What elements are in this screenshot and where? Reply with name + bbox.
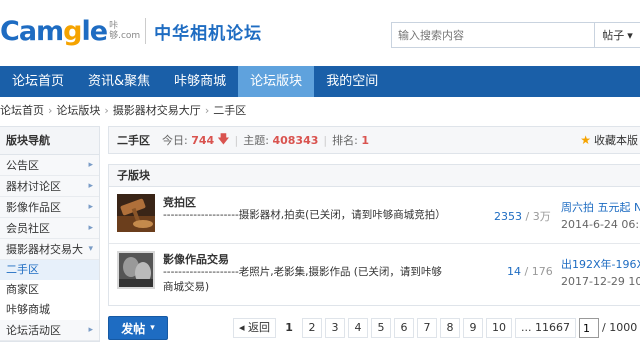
board-description: --------------------摄影器材,拍卖(已关闭，请到咔够商城竞拍… <box>163 209 446 221</box>
subboard-heading: 子版块 <box>109 165 640 187</box>
sidebar-item-announcements[interactable]: 公告区 ▸ <box>0 155 99 176</box>
nav-forums[interactable]: 论坛版块 <box>238 66 315 97</box>
rank-value: 1 <box>361 133 369 147</box>
sidebar-title: 版块导航 <box>0 127 99 155</box>
today-count: 744 <box>191 133 215 147</box>
breadcrumb-separator: › <box>104 103 109 117</box>
forum-name: 二手区 <box>117 134 150 147</box>
pager-page[interactable]: 6 <box>394 318 415 338</box>
today-label: 今日: <box>162 134 188 147</box>
rank-label: 排名: <box>332 134 358 147</box>
breadcrumb-trade-hall[interactable]: 摄影器材交易大厅 <box>113 102 201 118</box>
logo-divider <box>145 18 147 44</box>
sidebar-item-activities[interactable]: 论坛活动区 ▸ <box>0 320 99 341</box>
last-post-title[interactable]: 出192X年-196X年 <box>561 256 640 273</box>
chevron-right-icon: ▸ <box>88 202 93 212</box>
favorite-label: 收藏本版 <box>594 134 638 147</box>
board-counts: 2353 / 3万 <box>494 210 551 223</box>
nav-home[interactable]: 论坛首页 <box>0 66 76 97</box>
breadcrumb-separator: › <box>48 103 53 117</box>
arrow-down-icon: 🡇 <box>217 131 230 146</box>
pager-page[interactable]: 4 <box>348 318 369 338</box>
topics-count: 408343 <box>272 133 319 147</box>
pager-page[interactable]: 5 <box>371 318 392 338</box>
sidebar-sub-second-hand[interactable]: 二手区 <box>0 260 99 280</box>
board-counts: 14 / 176 <box>507 265 553 278</box>
sidebar-item-community[interactable]: 会员社区 ▸ <box>0 218 99 239</box>
auction-thumbnail[interactable] <box>117 194 155 232</box>
chevron-right-icon: ▸ <box>88 325 93 335</box>
new-post-label: 发帖 <box>121 321 146 336</box>
subboard-panel: 子版块 竞拍区 --------------------摄影器材,拍卖(已关闭，… <box>108 164 640 306</box>
last-post-title[interactable]: 周六拍 五元起 NI <box>561 199 640 216</box>
favorite-forum-button[interactable]: ★ 收藏本版 <box>580 132 638 148</box>
new-post-button[interactable]: 发帖 ▾ <box>108 316 168 340</box>
pager-page[interactable]: 3 <box>325 318 346 338</box>
star-icon: ★ <box>580 133 591 147</box>
header: Camgle 咔够.com 中华相机论坛 帖子 ▾ <box>0 0 640 66</box>
sidebar-sub-merchants[interactable]: 商家区 <box>0 280 99 300</box>
list-item: 影像作品交易 --------------------老照片,老影集,摄影作品 … <box>109 245 640 301</box>
breadcrumb-separator: › <box>204 103 210 117</box>
nav-mall[interactable]: 咔够商城 <box>162 66 238 97</box>
pager-back-button[interactable]: ◂ 返回 <box>233 318 277 338</box>
chevron-right-icon: ▸ <box>88 223 93 233</box>
topics-label: 主题: <box>243 134 269 147</box>
pagination: ◂ 返回 1 2 3 4 5 6 7 8 9 10 ... 11667 / 10… <box>233 318 637 340</box>
logo[interactable]: Camgle 咔够.com 中华相机论坛 <box>0 14 262 48</box>
pager-page[interactable]: 2 <box>302 318 323 338</box>
photo-trade-thumbnail[interactable] <box>117 251 155 289</box>
search-box: 帖子 ▾ <box>391 22 640 48</box>
last-post-date: 2014-6-24 06:35 <box>561 218 640 231</box>
sidebar-item-works[interactable]: 影像作品区 ▸ <box>0 197 99 218</box>
list-item: 竞拍区 --------------------摄影器材,拍卖(已关闭，请到咔够… <box>109 188 640 244</box>
chevron-right-icon: ▸ <box>88 160 93 170</box>
forum-main: 二手区 今日: 744 🡇 | 主题: 408343 | 排名: 1 ★ 收藏本… <box>108 126 640 306</box>
page-total: / 1000 <box>602 321 638 334</box>
sidebar-item-equipment[interactable]: 器材讨论区 ▸ <box>0 176 99 197</box>
chevron-right-icon: ▸ <box>88 181 93 191</box>
sidebar-sub-mall[interactable]: 咔够商城 <box>0 300 99 320</box>
nav-news[interactable]: 资讯&聚焦 <box>76 66 162 97</box>
breadcrumb: 论坛首页 › 论坛版块 › 摄影器材交易大厅 › 二手区 <box>0 101 246 119</box>
breadcrumb-current: 二手区 <box>213 104 247 117</box>
pager-page-current: 1 <box>279 318 300 338</box>
nav-my-space[interactable]: 我的空间 <box>314 66 390 97</box>
board-description: --------------------老照片,老影集,摄影作品 (已关闭，请到… <box>163 266 442 293</box>
pager-page[interactable]: 7 <box>417 318 438 338</box>
page-number-input[interactable] <box>579 318 600 338</box>
board-last-post: 出192X年-196X年 2017-12-29 10:3 <box>561 256 640 290</box>
pager-page[interactable]: 9 <box>463 318 484 338</box>
last-post-date: 2017-12-29 10:3 <box>561 275 640 288</box>
pager-last-page[interactable]: ... 11667 <box>515 318 577 338</box>
pager-page[interactable]: 8 <box>440 318 461 338</box>
search-type-label: 帖子 <box>602 29 625 42</box>
board-last-post: 周六拍 五元起 NI 2014-6-24 06:35 <box>561 199 640 233</box>
main-nav: 论坛首页 资讯&聚焦 咔够商城 论坛版块 我的空间 <box>0 66 640 97</box>
sidebar: 版块导航 公告区 ▸ 器材讨论区 ▸ 影像作品区 ▸ 会员社区 ▸ 摄影器材交易大 ▾ 二… <box>0 126 100 342</box>
chevron-down-icon: ▾ <box>627 28 633 42</box>
forum-stats-bar: 二手区 今日: 744 🡇 | 主题: 408343 | 排名: 1 ★ 收藏本… <box>108 126 640 154</box>
site-title: 中华相机论坛 <box>154 23 263 44</box>
chevron-down-icon: ▾ <box>88 244 93 254</box>
pager-page[interactable]: 10 <box>486 318 513 338</box>
logo-wordmark: Camgle <box>0 15 108 47</box>
chevron-down-icon: ▾ <box>150 323 155 333</box>
search-input[interactable] <box>392 23 594 47</box>
breadcrumb-home[interactable]: 论坛首页 <box>0 102 44 118</box>
logo-cn: 咔够.com <box>109 21 141 41</box>
breadcrumb-forums[interactable]: 论坛版块 <box>56 102 100 118</box>
search-type-select[interactable]: 帖子 ▾ <box>594 23 640 47</box>
sidebar-item-trade-hall[interactable]: 摄影器材交易大 ▾ <box>0 239 99 260</box>
